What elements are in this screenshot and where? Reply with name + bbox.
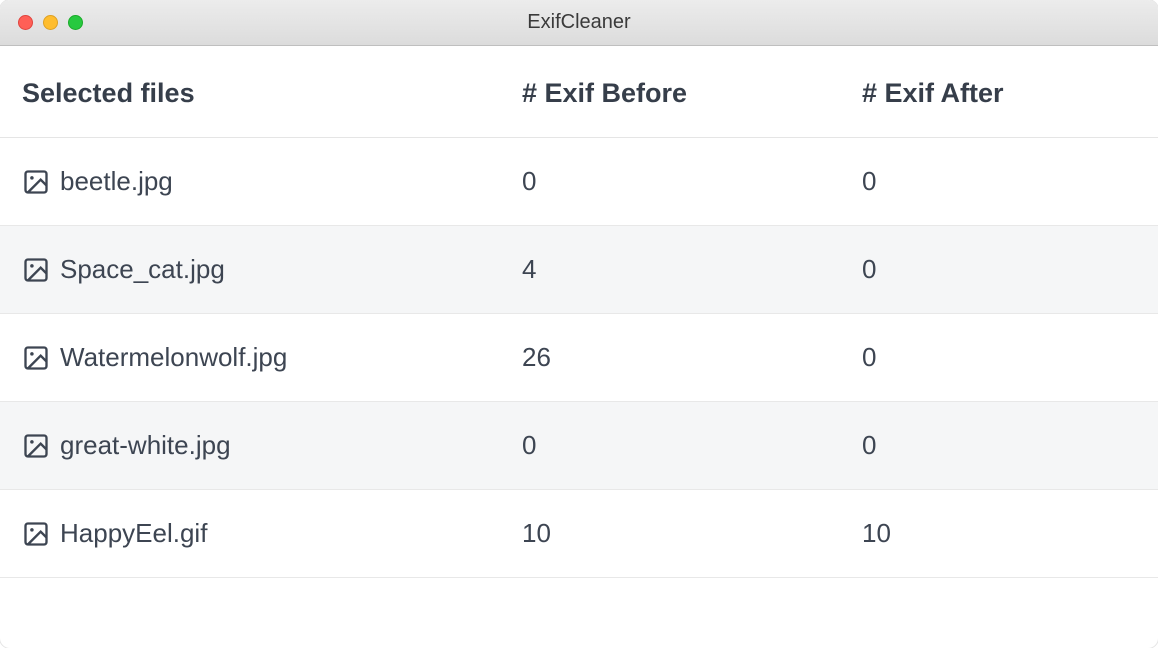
- zoom-button[interactable]: [68, 15, 83, 30]
- exif-after-value: 0: [862, 166, 1136, 197]
- app-window: ExifCleaner Selected files # Exif Before…: [0, 0, 1158, 648]
- header-exif-before: # Exif Before: [522, 78, 862, 109]
- image-icon: [22, 432, 50, 460]
- image-icon: [22, 256, 50, 284]
- exif-before-value: 26: [522, 342, 862, 373]
- file-name: beetle.jpg: [60, 166, 173, 197]
- table-body: beetle.jpg 0 0 Space_cat.jpg 4 0: [0, 138, 1158, 578]
- file-name: Space_cat.jpg: [60, 254, 225, 285]
- image-icon: [22, 520, 50, 548]
- exif-after-value: 0: [862, 342, 1136, 373]
- file-cell: Space_cat.jpg: [22, 254, 522, 285]
- minimize-button[interactable]: [43, 15, 58, 30]
- image-icon: [22, 168, 50, 196]
- table-row[interactable]: HappyEel.gif 10 10: [0, 490, 1158, 578]
- file-name: Watermelonwolf.jpg: [60, 342, 287, 373]
- file-cell: great-white.jpg: [22, 430, 522, 461]
- table-row[interactable]: great-white.jpg 0 0: [0, 402, 1158, 490]
- traffic-lights: [0, 15, 83, 30]
- content-area: Selected files # Exif Before # Exif Afte…: [0, 46, 1158, 648]
- exif-before-value: 10: [522, 518, 862, 549]
- titlebar[interactable]: ExifCleaner: [0, 0, 1158, 46]
- exif-before-value: 4: [522, 254, 862, 285]
- file-cell: Watermelonwolf.jpg: [22, 342, 522, 373]
- file-cell: beetle.jpg: [22, 166, 522, 197]
- exif-before-value: 0: [522, 166, 862, 197]
- header-exif-after: # Exif After: [862, 78, 1136, 109]
- close-button[interactable]: [18, 15, 33, 30]
- exif-after-value: 10: [862, 518, 1136, 549]
- table-row[interactable]: Watermelonwolf.jpg 26 0: [0, 314, 1158, 402]
- file-name: HappyEel.gif: [60, 518, 207, 549]
- file-cell: HappyEel.gif: [22, 518, 522, 549]
- window-title: ExifCleaner: [0, 11, 1158, 34]
- exif-after-value: 0: [862, 254, 1136, 285]
- header-selected-files: Selected files: [22, 78, 522, 109]
- exif-after-value: 0: [862, 430, 1136, 461]
- table-row[interactable]: Space_cat.jpg 4 0: [0, 226, 1158, 314]
- exif-before-value: 0: [522, 430, 862, 461]
- table-header: Selected files # Exif Before # Exif Afte…: [0, 46, 1158, 138]
- table-row[interactable]: beetle.jpg 0 0: [0, 138, 1158, 226]
- image-icon: [22, 344, 50, 372]
- file-name: great-white.jpg: [60, 430, 231, 461]
